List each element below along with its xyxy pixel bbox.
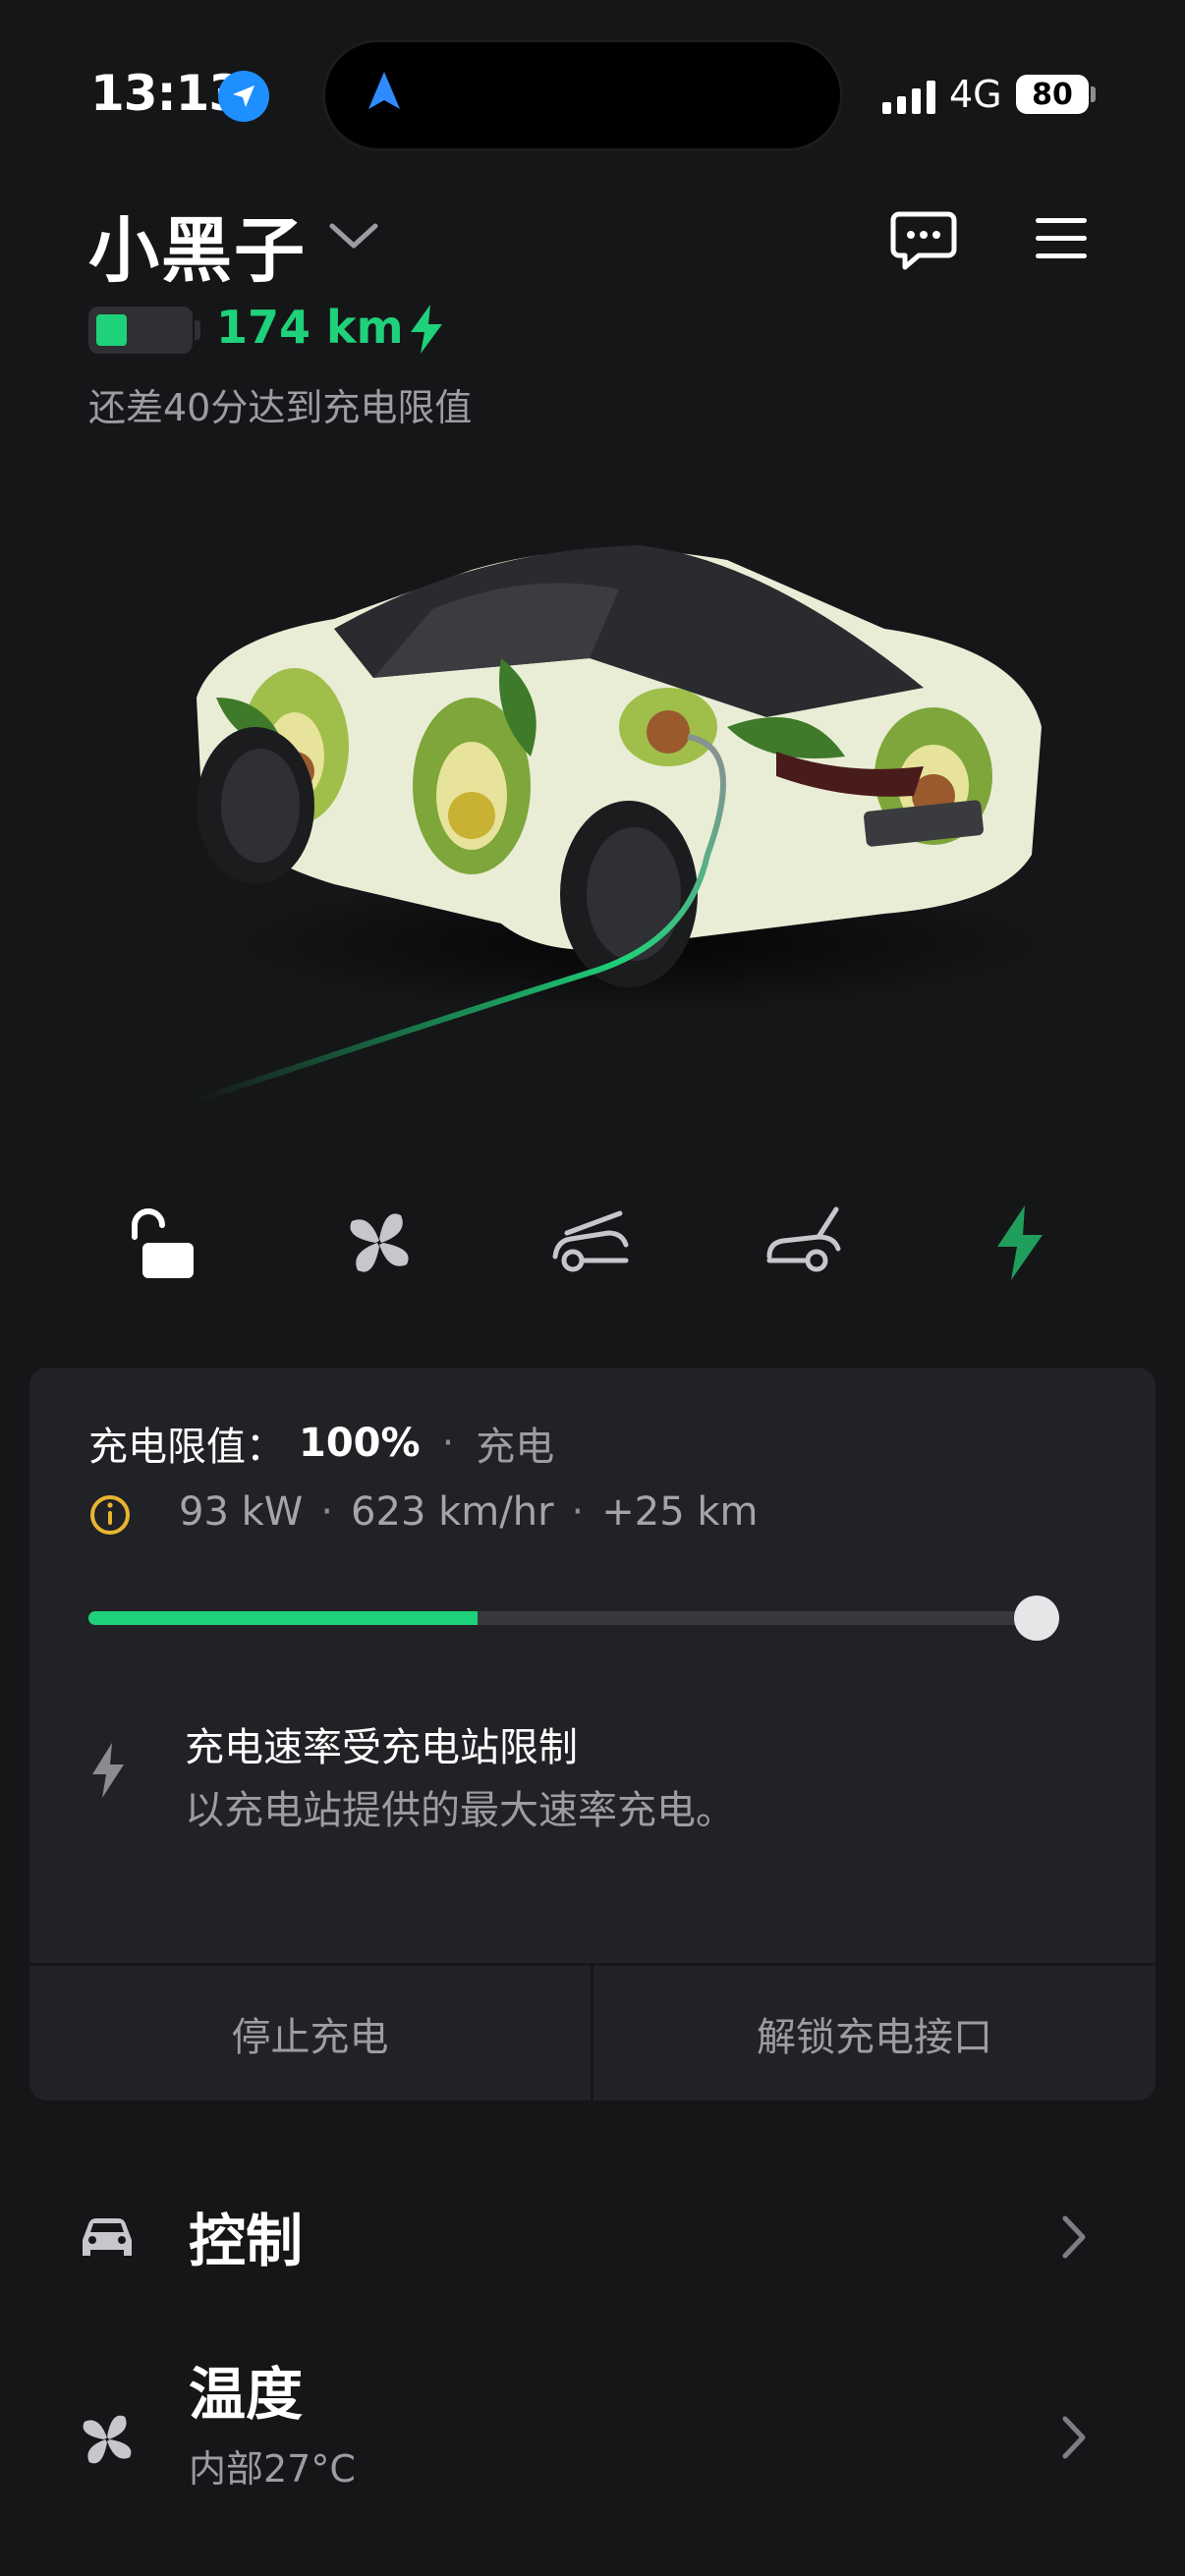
battery-level-fill: [96, 314, 127, 346]
menu-icon[interactable]: [1034, 216, 1089, 265]
charge-limit-label: 充电限值：: [88, 1425, 285, 1470]
car-icon: [75, 2211, 140, 2268]
interior-temperature: 内部27°C: [189, 2447, 356, 2491]
battery-icon: [88, 307, 193, 354]
chevron-right-icon: [1059, 2212, 1089, 2266]
range-value: 174 km: [216, 301, 404, 354]
charge-level-fill: [88, 1611, 479, 1625]
fan-icon: [350, 1213, 409, 1272]
stop-charging-button[interactable]: 停止充电: [29, 1966, 591, 2100]
dynamic-island: [322, 39, 843, 151]
navigation-arrow-icon: [363, 70, 406, 117]
unlock-charge-port-button[interactable]: 解锁充电接口: [593, 1966, 1156, 2100]
range-added: +25 km: [601, 1489, 759, 1535]
info-icon[interactable]: [88, 1493, 132, 1540]
status-battery-tip: [1091, 86, 1096, 102]
chevron-right-icon: [1059, 2413, 1089, 2466]
location-arrow-icon: [218, 71, 269, 122]
bolt-icon: [997, 1205, 1043, 1280]
trunk-icon: [766, 1206, 841, 1272]
status-battery: 80: [1016, 75, 1089, 114]
bolt-icon: [88, 1741, 128, 1804]
controls-row[interactable]: 控制: [0, 2183, 1185, 2291]
car-name[interactable]: 小黑子: [88, 193, 307, 296]
frunk-icon: [552, 1210, 629, 1272]
separator-dot: ·: [441, 1421, 455, 1466]
cell-signal-icon: [882, 79, 935, 114]
separator-dot: ·: [571, 1489, 585, 1535]
charge-rate: 623 km/hr: [351, 1489, 554, 1535]
charging-bolt-icon: [407, 303, 446, 360]
charge-stats: 93 kW · 623 km/hr · +25 km: [179, 1489, 759, 1535]
climate-label: 温度: [189, 2361, 304, 2428]
separator-dot: ·: [320, 1489, 334, 1535]
car-image: [177, 531, 1061, 1104]
charge-limit-slider[interactable]: [88, 1611, 1038, 1625]
unlock-button[interactable]: [116, 1199, 204, 1287]
network-type: 4G: [949, 73, 1002, 116]
controls-label: 控制: [189, 2208, 304, 2274]
trunk-button[interactable]: [761, 1199, 849, 1287]
charge-power: 93 kW: [179, 1489, 304, 1535]
charge-limit-value: 100%: [299, 1421, 421, 1466]
battery-icon-tip: [195, 320, 200, 340]
climate-row[interactable]: 温度 内部27°C: [0, 2338, 1185, 2535]
notice-body: 以充电站提供的最大速率充电。: [185, 1788, 735, 1833]
charge-time-remaining: 还差40分达到充电限值: [88, 386, 473, 429]
chevron-down-icon[interactable]: [326, 218, 381, 257]
charge-status: 充电: [476, 1425, 555, 1470]
charge-button[interactable]: [975, 1199, 1063, 1287]
lock-open-icon: [132, 1208, 194, 1278]
climate-button[interactable]: [335, 1199, 423, 1287]
charge-limit-row[interactable]: 充电限值： 100% · 充电: [88, 1415, 554, 1472]
frunk-button[interactable]: [546, 1199, 635, 1287]
fan-icon: [75, 2407, 140, 2476]
charge-limit-slider-thumb[interactable]: [1014, 1596, 1059, 1641]
notice-title: 充电速率受充电站限制: [185, 1725, 578, 1770]
message-icon[interactable]: [889, 208, 958, 277]
